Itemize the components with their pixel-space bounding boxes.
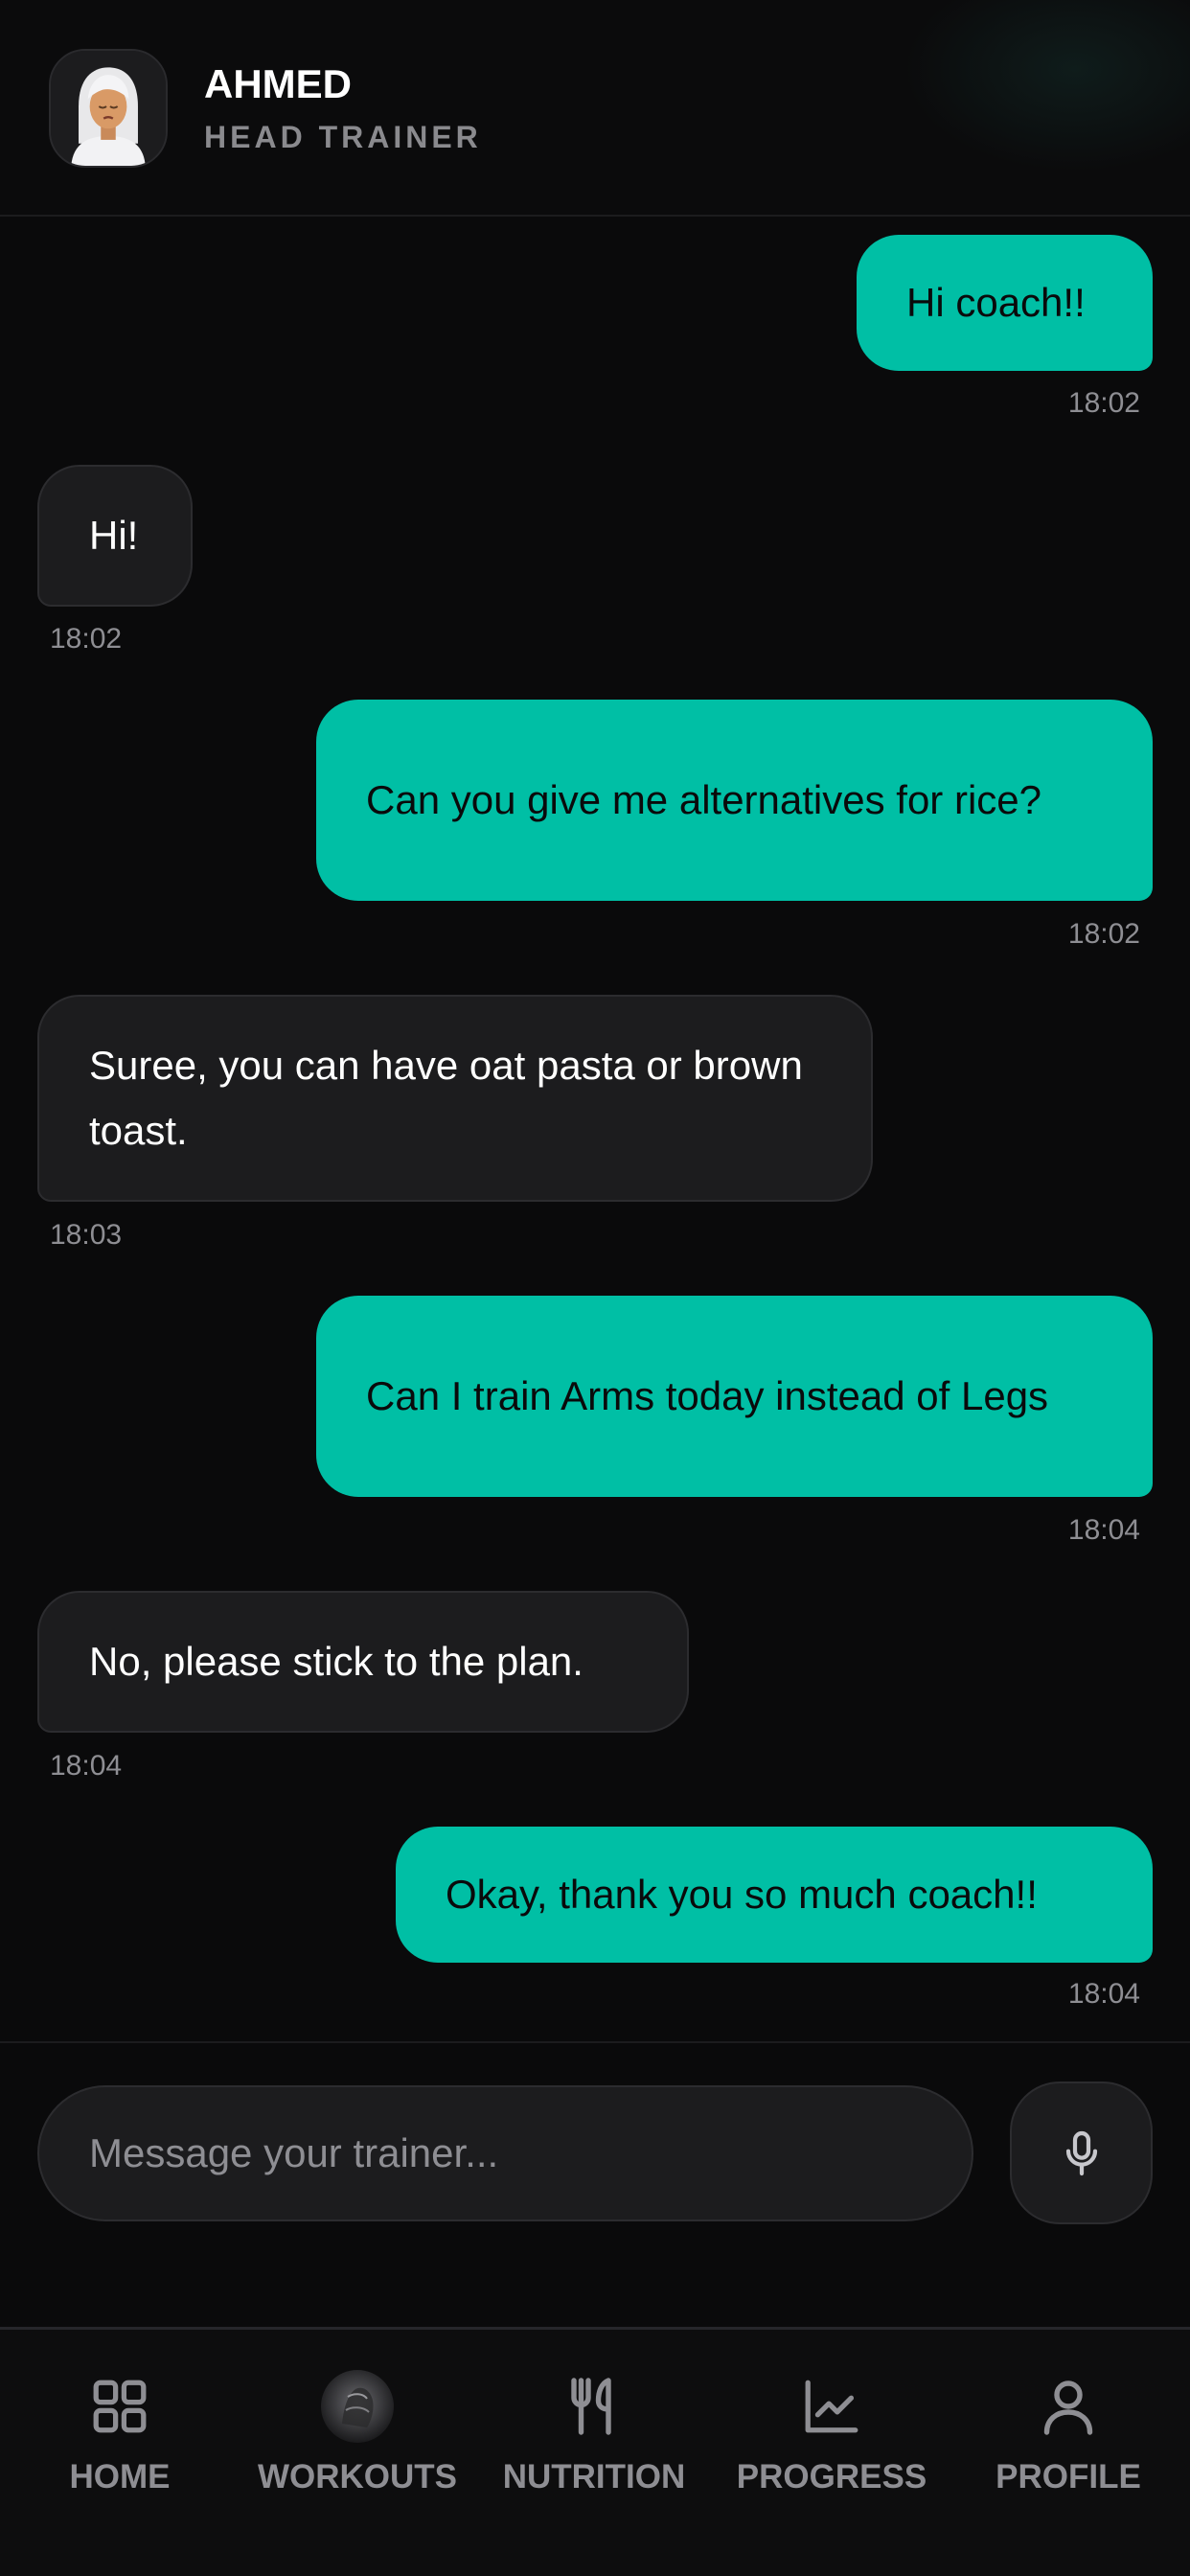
chat-screen: AHMED HEAD TRAINER Hi coach!! 18:02 Hi! … (0, 0, 1190, 2576)
message-bubble-received[interactable]: No, please stick to the plan. (37, 1591, 689, 1733)
microphone-icon (1065, 2130, 1097, 2175)
tab-bar: HOME WORKOUTS NUTRITION PROGRESS PROFILE (0, 2327, 1190, 2576)
tab-workouts[interactable]: WORKOUTS (252, 2330, 463, 2521)
tab-nutrition[interactable]: NUTRITION (498, 2330, 690, 2521)
trainer-name: AHMED (204, 61, 352, 106)
message-text: Hi coach!! (906, 280, 1086, 325)
message-input[interactable] (37, 2085, 973, 2221)
mic-button[interactable] (1010, 2082, 1153, 2224)
tab-profile[interactable]: PROFILE (992, 2330, 1145, 2521)
message-text: Suree, you can have oat pasta or brown t… (89, 1043, 803, 1153)
message-text: Can you give me alternatives for rice? (366, 777, 1041, 822)
message-time: 18:04 (1067, 1514, 1140, 1546)
grid-icon (81, 2368, 158, 2445)
tab-label: PROFILE (995, 2458, 1141, 2496)
fork-knife-icon (556, 2368, 632, 2445)
message-bubble-sent[interactable]: Can I train Arms today instead of Legs (316, 1296, 1153, 1497)
tab-progress[interactable]: PROGRESS (736, 2330, 927, 2521)
chat-header: AHMED HEAD TRAINER (0, 0, 1190, 217)
composer-divider (0, 2041, 1190, 2043)
trainer-role: HEAD TRAINER (204, 120, 482, 154)
tab-label: PROGRESS (736, 2458, 927, 2496)
header-glow (903, 0, 1190, 172)
tab-label: HOME (69, 2458, 171, 2496)
tab-home[interactable]: HOME (43, 2330, 196, 2521)
message-text: No, please stick to the plan. (89, 1639, 584, 1684)
message-bubble-sent[interactable]: Can you give me alternatives for rice? (316, 700, 1153, 901)
message-text: Hi! (89, 513, 139, 558)
trainer-avatar[interactable] (49, 49, 168, 168)
trainer-avatar-icon (51, 51, 166, 166)
message-text: Can I train Arms today instead of Legs (366, 1373, 1049, 1418)
message-time: 18:02 (50, 623, 123, 655)
message-bubble-sent[interactable]: Hi coach!! (857, 235, 1153, 371)
workout-thumbnail (319, 2368, 396, 2445)
message-bubble-sent[interactable]: Okay, thank you so much coach!! (396, 1827, 1153, 1963)
message-time: 18:02 (1067, 387, 1140, 419)
tab-label: WORKOUTS (257, 2458, 458, 2496)
message-bubble-received[interactable]: Suree, you can have oat pasta or brown t… (37, 995, 873, 1202)
message-time: 18:02 (1067, 918, 1140, 950)
message-time: 18:03 (50, 1219, 123, 1251)
person-icon (1030, 2368, 1107, 2445)
message-text: Okay, thank you so much coach!! (446, 1872, 1038, 1917)
message-time: 18:04 (1067, 1978, 1140, 2010)
tab-label: NUTRITION (502, 2458, 686, 2496)
chart-line-icon (793, 2368, 870, 2445)
message-time: 18:04 (50, 1750, 123, 1782)
message-bubble-received[interactable]: Hi! (37, 465, 193, 607)
